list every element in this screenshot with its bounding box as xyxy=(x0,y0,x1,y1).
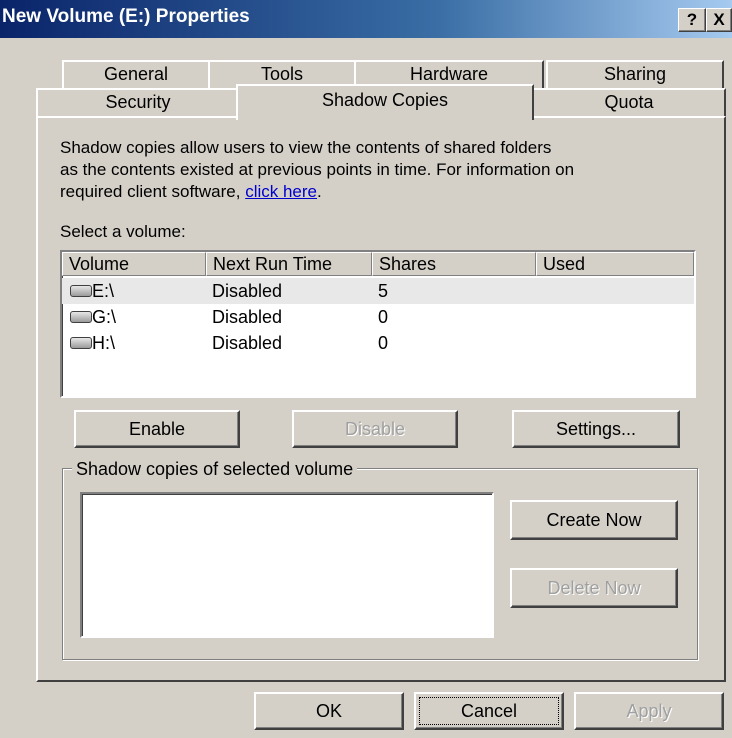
description-suffix: . xyxy=(317,182,322,201)
drive-icon xyxy=(70,311,92,323)
settings-button[interactable]: Settings... xyxy=(512,410,680,448)
shadow-copies-list[interactable] xyxy=(80,492,494,638)
description-line-2: as the contents existed at previous poin… xyxy=(60,160,575,179)
cancel-button[interactable]: Cancel xyxy=(414,692,564,730)
column-volume[interactable]: Volume xyxy=(62,252,206,276)
column-used[interactable]: Used xyxy=(536,252,694,276)
next-run-time: Disabled xyxy=(212,307,283,327)
next-run-time: Disabled xyxy=(212,333,283,353)
disable-button[interactable]: Disable xyxy=(292,410,458,448)
tab-shadow-copies[interactable]: Shadow Copies xyxy=(236,84,534,120)
tab-general[interactable]: General xyxy=(62,60,210,90)
tab-sharing[interactable]: Sharing xyxy=(546,60,724,90)
title-bar[interactable]: New Volume (E:) Properties ? X xyxy=(0,0,732,38)
volume-row-h[interactable]: H:\ Disabled 0 xyxy=(62,330,694,356)
description-line-1: Shadow copies allow users to view the co… xyxy=(60,138,552,157)
delete-now-button[interactable]: Delete Now xyxy=(510,568,678,608)
drive-icon xyxy=(70,285,92,297)
volume-name: H:\ xyxy=(92,333,116,353)
shares-count: 0 xyxy=(378,333,389,353)
volume-row-e[interactable]: E:\ Disabled 5 xyxy=(62,278,694,304)
tab-security[interactable]: Security xyxy=(36,88,240,118)
window-title: New Volume (E:) Properties xyxy=(2,6,250,27)
drive-icon xyxy=(70,337,92,349)
close-button[interactable]: X xyxy=(706,8,732,32)
volume-name: E:\ xyxy=(92,281,115,301)
tab-quota[interactable]: Quota xyxy=(532,88,726,118)
create-now-button[interactable]: Create Now xyxy=(510,500,678,540)
next-run-time: Disabled xyxy=(212,281,283,301)
volume-name: G:\ xyxy=(92,307,117,327)
shares-count: 5 xyxy=(378,281,389,301)
help-button[interactable]: ? xyxy=(678,8,706,32)
client-software-link[interactable]: click here xyxy=(245,182,317,201)
ok-button[interactable]: OK xyxy=(254,692,404,730)
volume-list[interactable]: Volume Next Run Time Shares Used E:\ Dis… xyxy=(60,250,696,398)
shadow-copies-group-label: Shadow copies of selected volume xyxy=(72,459,358,480)
enable-button[interactable]: Enable xyxy=(74,410,240,448)
column-shares[interactable]: Shares xyxy=(372,252,536,276)
description-line-3: required client software, click here. xyxy=(60,182,322,202)
volume-row-g[interactable]: G:\ Disabled 0 xyxy=(62,304,694,330)
description-prefix: required client software, xyxy=(60,182,246,201)
column-next-run-time[interactable]: Next Run Time xyxy=(206,252,372,276)
apply-button[interactable]: Apply xyxy=(574,692,724,730)
select-volume-label: Select a volume: xyxy=(60,222,186,241)
shares-count: 0 xyxy=(378,307,389,327)
